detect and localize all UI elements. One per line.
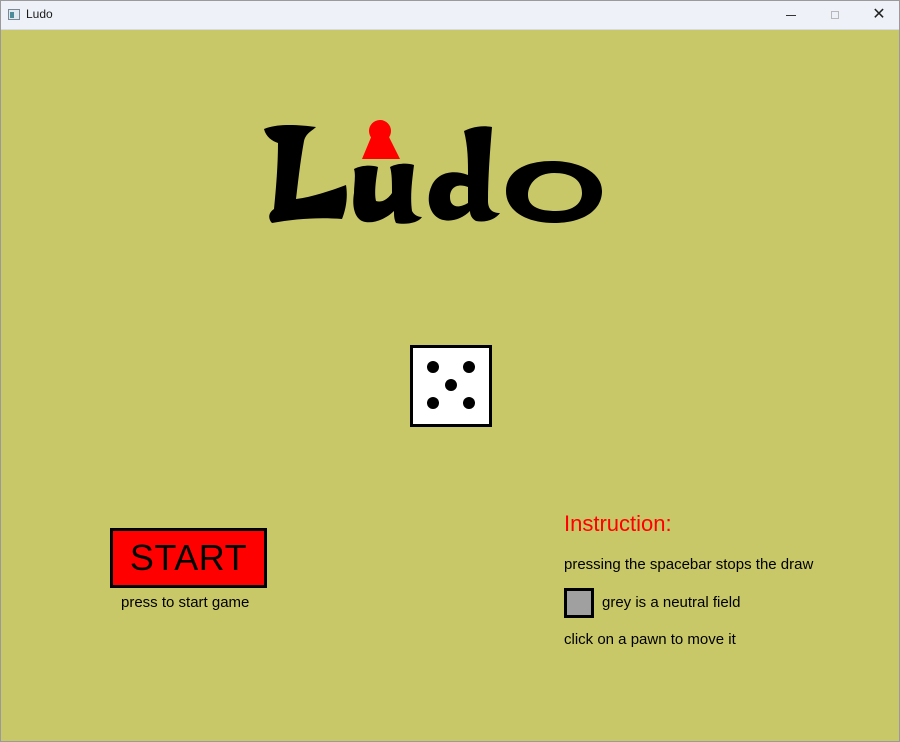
minimize-button[interactable] (769, 1, 813, 29)
close-icon: ✕ (872, 6, 886, 23)
ludo-logo (264, 120, 602, 224)
instruction-neutral-field: grey is a neutral field (602, 594, 741, 611)
die-pip (427, 361, 439, 373)
instruction-move-pawn: click on a pawn to move it (564, 631, 736, 648)
logo-pawn-body (362, 135, 400, 159)
app-window: Ludo ✕ START press to start game Instruc… (0, 0, 900, 742)
die-pip (445, 379, 457, 391)
title-bar[interactable]: Ludo ✕ (1, 1, 899, 30)
instruction-title: Instruction: (564, 511, 672, 536)
start-button[interactable]: START (110, 528, 267, 588)
die-pip (463, 397, 475, 409)
neutral-field-swatch (564, 588, 594, 618)
die[interactable] (410, 345, 492, 427)
die-pip (463, 361, 475, 373)
app-icon (8, 9, 20, 20)
minimize-icon (786, 14, 796, 16)
die-pip (427, 397, 439, 409)
start-hint: press to start game (121, 594, 250, 611)
logo-letter-u (353, 163, 422, 224)
logo-letter-o (506, 161, 602, 223)
maximize-icon (831, 11, 839, 19)
logo-letter-l (264, 125, 347, 223)
instruction-spacebar: pressing the spacebar stops the draw (564, 556, 814, 573)
maximize-button[interactable] (813, 1, 857, 29)
close-button[interactable]: ✕ (857, 1, 900, 29)
logo-letter-d (428, 126, 500, 222)
window-title: Ludo (26, 7, 53, 21)
